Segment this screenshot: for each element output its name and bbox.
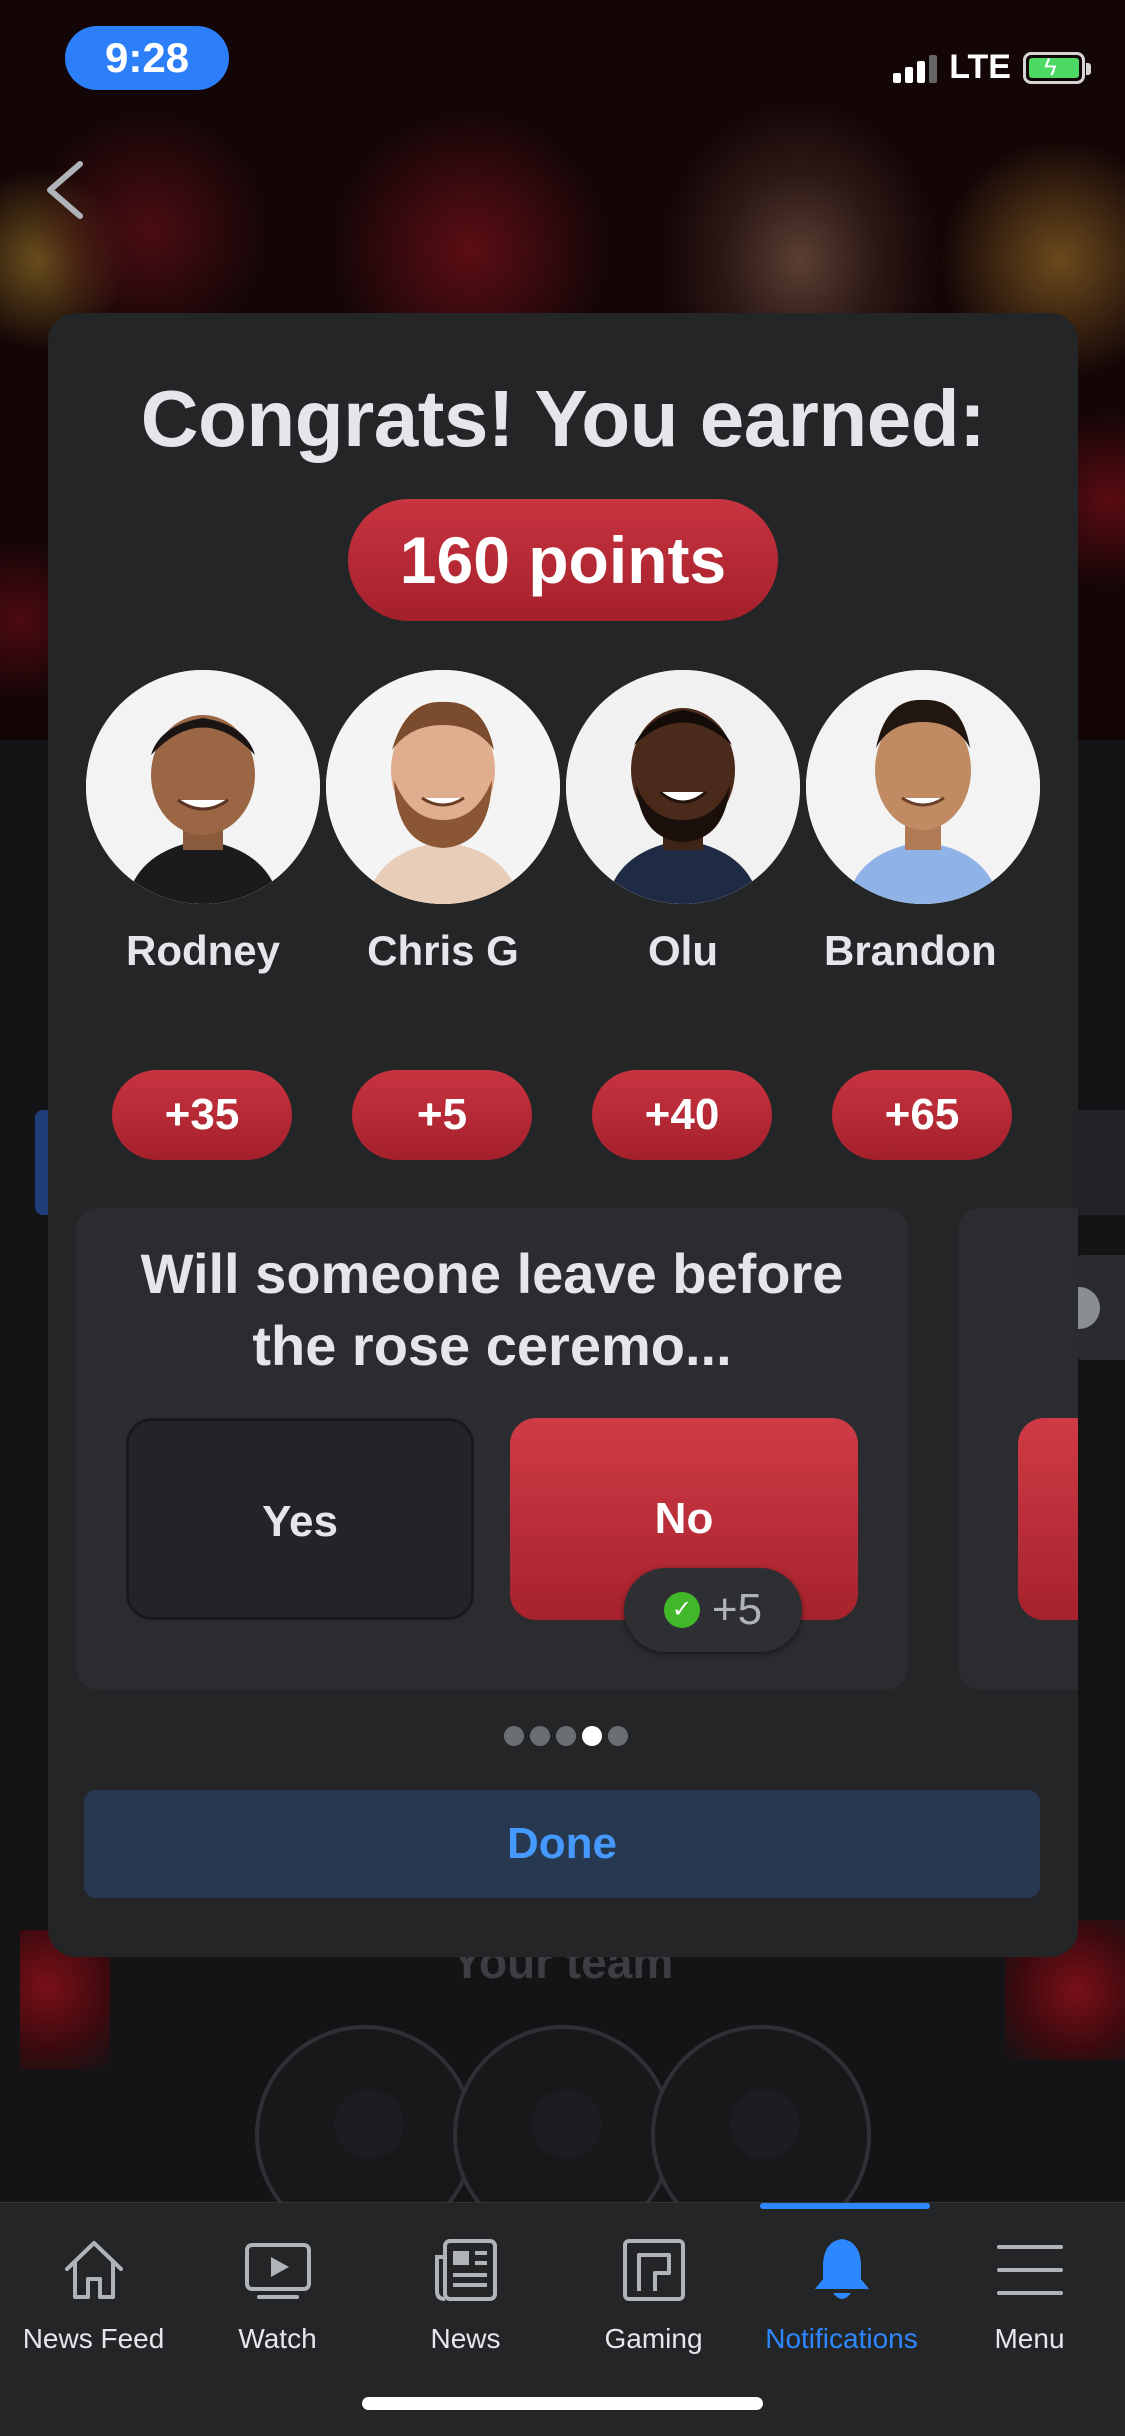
active-tab-indicator [760, 2203, 930, 2209]
contestant-card[interactable]: Olu +40 [566, 670, 806, 1160]
tab-label: Menu [994, 2323, 1065, 2354]
tab-notifications[interactable]: Notifications [748, 2233, 935, 2355]
back-chevron-icon[interactable] [40, 160, 92, 220]
points-earned-badge: 160 points [348, 499, 778, 621]
contestant-card[interactable]: Brandon +65 [806, 670, 1046, 1160]
tab-gaming[interactable]: Gaming [560, 2233, 747, 2355]
tab-label: News [430, 2323, 501, 2354]
page-dot[interactable] [556, 1726, 576, 1746]
page-dot[interactable] [504, 1726, 524, 1746]
gaming-icon [622, 2239, 685, 2301]
page-dot-active[interactable] [582, 1726, 602, 1746]
contestant-points-badge: +65 [832, 1070, 1012, 1160]
answer-result-points: +5 [711, 1585, 763, 1634]
answer-result-chip: ✓ +5 [624, 1568, 802, 1652]
battery-icon: ϟ [1023, 51, 1091, 84]
page-dot[interactable] [530, 1726, 550, 1746]
home-icon [64, 2241, 123, 2299]
contestant-card[interactable]: Rodney +35 [86, 670, 326, 1160]
contestant-avatar [326, 670, 560, 904]
question-card: Will someone leave before the rose cerem… [76, 1208, 908, 1690]
congrats-title: Congrats! You earned: [140, 374, 986, 463]
contestant-points-badge: +35 [112, 1070, 292, 1160]
news-icon [434, 2239, 497, 2301]
status-time: 9:28 [65, 26, 229, 90]
page-dot[interactable] [608, 1726, 628, 1746]
tab-menu[interactable]: Menu [936, 2233, 1123, 2355]
contestant-avatar [806, 670, 1040, 904]
next-answer-button[interactable] [1018, 1418, 1078, 1620]
contestant-name: Chris G [367, 927, 519, 974]
contestant-points-badge: +5 [352, 1070, 532, 1160]
home-indicator[interactable] [362, 2397, 763, 2410]
contestant-points-badge: +40 [592, 1070, 772, 1160]
pagination-dots [504, 1726, 628, 1746]
check-circle-icon: ✓ [663, 1592, 700, 1628]
tab-label: Watch [238, 2323, 317, 2354]
bell-icon [814, 2239, 869, 2299]
signal-icon [893, 53, 938, 83]
contestant-card[interactable]: Chris G +5 [326, 670, 566, 1160]
network-label: LTE [949, 48, 1011, 86]
next-question-card[interactable]: W [958, 1208, 1078, 1690]
contestant-avatar [86, 670, 320, 904]
menu-icon [996, 2245, 1063, 2295]
tab-label: Gaming [604, 2323, 703, 2354]
contestant-name: Brandon [824, 927, 997, 974]
results-modal: Congrats! You earned: 160 points Rodney … [48, 313, 1078, 1957]
tab-news[interactable]: News [372, 2233, 559, 2355]
answer-yes-button[interactable]: Yes [126, 1418, 474, 1620]
tab-label: Notifications [765, 2323, 918, 2354]
tab-label: News Feed [22, 2323, 165, 2354]
contestant-avatar [566, 670, 800, 904]
contestant-name: Olu [648, 927, 718, 974]
question-text: Will someone leave before the rose cerem… [140, 1242, 844, 1377]
background-card-edge [1075, 1110, 1125, 1215]
tab-watch[interactable]: Watch [184, 2233, 371, 2355]
done-button[interactable]: Done [84, 1790, 1040, 1898]
watch-icon [244, 2243, 311, 2299]
contestant-name: Rodney [125, 927, 280, 974]
tab-news-feed[interactable]: News Feed [0, 2233, 187, 2355]
status-indicators: LTE ϟ [893, 48, 1091, 87]
